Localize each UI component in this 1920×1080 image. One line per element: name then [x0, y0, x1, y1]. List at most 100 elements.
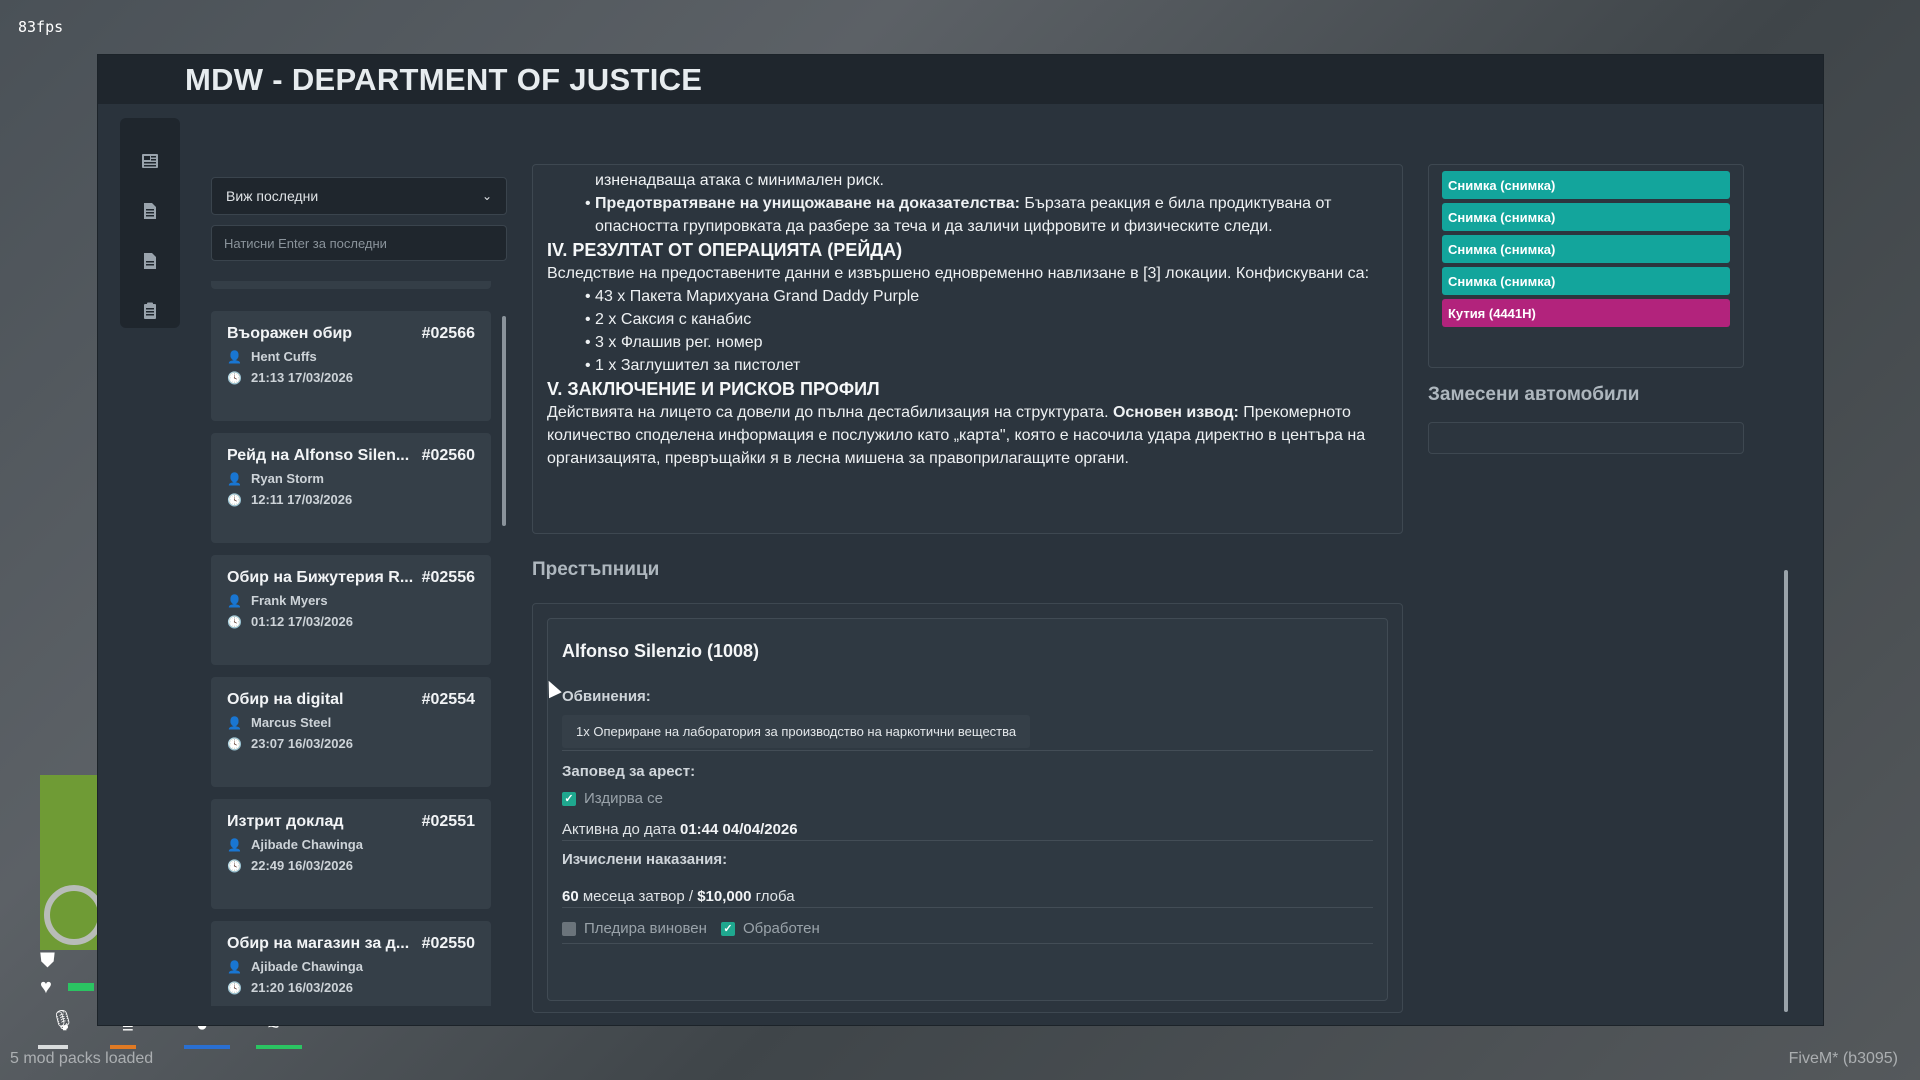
report-card-time-row: 🕓 23:07 16/03/2026	[227, 736, 475, 751]
report-card-author: Marcus Steel	[251, 715, 332, 730]
document-icon[interactable]	[120, 186, 180, 236]
report-text: Прекомерното	[1238, 404, 1351, 421]
report-card-time-row: 🕓 21:20 16/03/2026	[227, 980, 475, 995]
user-icon: 👤	[227, 593, 242, 608]
guilty-plea-checkbox[interactable]	[562, 921, 576, 936]
confiscated-item: • 3 x Флашив рег. номер	[585, 334, 763, 351]
report-card-author-row: 👤 Ajibade Chawinga	[227, 959, 475, 974]
report-body: изненадваща атака с минимален риск. • Пр…	[532, 164, 1403, 534]
filter-select[interactable]: Виж последни ⌄	[211, 177, 507, 215]
criminals-panel: Alfonso Silenzio (1008) Обвинения: 1x Оп…	[532, 603, 1403, 1013]
clock-icon: 🕓	[227, 492, 242, 507]
report-card-title: Обир на Бижутерия R...	[227, 569, 414, 586]
report-card-author-row: 👤 Ajibade Chawinga	[227, 837, 475, 852]
processed-label: Обработен	[742, 920, 820, 937]
active-until: Активна до дата 01:44 04/04/2026	[562, 821, 1373, 838]
penalties-value: 60 месеца затвор / $10,000 глоба	[562, 888, 1373, 905]
months-text: месеца затвор /	[578, 888, 698, 905]
criminals-section-title: Престъпници	[532, 559, 660, 580]
evidence-tag[interactable]: Снимка (снимка)	[1442, 171, 1730, 199]
report-list-scrollbar[interactable]	[502, 316, 506, 526]
thirst-bar	[184, 1045, 230, 1049]
health-icon: ♥	[40, 976, 52, 998]
report-card[interactable]: Обир на магазин за д... #02550 👤 Ajibade Ch…	[211, 921, 491, 1006]
report-card-id: #02550	[421, 935, 475, 952]
file-icon[interactable]	[120, 236, 180, 286]
evidence-tag[interactable]: Снимка (снимка)	[1442, 203, 1730, 231]
report-card-author: Ajibade Chawinga	[251, 959, 363, 974]
evidence-tag[interactable]: Снимка (снимка)	[1442, 235, 1730, 263]
user-icon: 👤	[227, 715, 242, 730]
report-card[interactable]: Обир на Бижутерия R... #02556 👤 Frank Myers…	[211, 555, 491, 665]
confiscated-item: • 1 x Заглушител за пистолет	[585, 357, 801, 374]
vehicles-input[interactable]	[1428, 422, 1744, 454]
report-card[interactable]: Рейд на Alfonso Silen... #02560 👤 Ryan Stor…	[211, 433, 491, 543]
report-card-id: #02566	[421, 325, 475, 342]
user-icon: 👤	[227, 349, 242, 364]
newspaper-icon[interactable]	[120, 136, 180, 186]
guilty-plea-label: Пледира виновен	[584, 920, 707, 937]
report-search-input[interactable]: Натисни Enter за последни	[211, 225, 507, 261]
report-card-author: Ajibade Chawinga	[251, 837, 363, 852]
report-card-id: #02560	[421, 447, 475, 464]
clock-icon: 🕓	[227, 614, 242, 629]
hunger-bar	[110, 1045, 136, 1049]
user-icon: 👤	[227, 837, 242, 852]
report-section-heading: V. ЗАКЛЮЧЕНИЕ И РИСКОВ ПРОФИЛ	[547, 379, 880, 399]
report-card-time: 01:12 17/03/2026	[251, 614, 353, 629]
report-line: опасността групировката да разбере за те…	[595, 218, 1273, 235]
report-search-placeholder: Натисни Enter за последни	[224, 235, 387, 251]
main-scrollbar[interactable]	[1784, 570, 1788, 1012]
report-card-time: 21:13 17/03/2026	[251, 370, 353, 385]
report-card-author: Frank Myers	[251, 593, 328, 608]
report-card[interactable]: Изтрит доклад #02551 👤 Ajibade Chawinga 🕓 22:…	[211, 799, 491, 909]
plea-processed-row: Пледира виновен ✓ Обработен	[562, 920, 1373, 937]
active-until-label: Активна до дата	[562, 821, 680, 838]
report-list-controls: Виж последни ⌄ Натисни Enter за последни	[211, 177, 507, 289]
evidence-tag[interactable]: Снимка (снимка)	[1442, 267, 1730, 295]
report-paragraph: Действията на лицето са довели до пълна …	[547, 401, 1387, 424]
clipboard-icon[interactable]	[120, 286, 180, 336]
user-icon: 👤	[227, 471, 242, 486]
wanted-checkbox[interactable]: ✓	[562, 791, 576, 806]
report-bullet: • Предотвратяване на унищожаване на дока…	[585, 195, 1332, 212]
report-list: Въоражен обир #02566 👤 Hent Cuffs 🕓 21:13 17/…	[211, 311, 491, 1006]
report-card-time: 21:20 16/03/2026	[251, 980, 353, 995]
chevron-down-icon: ⌄	[481, 189, 492, 203]
penalties-label: Изчислени наказания:	[562, 851, 728, 868]
title-bar: MDW - DEPARTMENT OF JUSTICE	[98, 55, 1823, 104]
report-card-title: Въоражен обир	[227, 325, 353, 342]
criminal-card: Alfonso Silenzio (1008) Обвинения: 1x Оп…	[547, 618, 1388, 1001]
report-card-author-row: 👤 Hent Cuffs	[227, 349, 475, 364]
confiscated-item: • 2 x Саксия с канабис	[585, 311, 752, 328]
client-version: FiveM* (b3095)	[1788, 1050, 1898, 1067]
evidence-tag[interactable]: Кутия (4441H)	[1442, 299, 1730, 327]
list-item-partial	[211, 281, 491, 289]
report-bullet-text: Бързата реакция е била продиктувана от	[1019, 195, 1332, 212]
report-card-id: #02556	[421, 569, 475, 586]
wanted-checkbox-row[interactable]: ✓ Издирва се	[562, 790, 1373, 807]
clock-icon: 🕓	[227, 858, 242, 873]
report-text-bold: Основен извод:	[1112, 404, 1239, 421]
microphone-icon: 🎙	[50, 1010, 76, 1032]
report-card[interactable]: Въоражен обир #02566 👤 Hent Cuffs 🕓 21:13 17/…	[211, 311, 491, 421]
armor-icon: ⛊	[40, 950, 55, 972]
report-card-title: Рейд на Alfonso Silen...	[227, 447, 410, 464]
divider	[562, 943, 1373, 944]
fps-counter: 83fps	[18, 18, 64, 36]
divider	[562, 840, 1373, 841]
report-card-title: Обир на магазин за д...	[227, 935, 410, 952]
clock-icon: 🕓	[227, 370, 242, 385]
criminal-name: Alfonso Silenzio (1008)	[562, 641, 760, 661]
processed-checkbox[interactable]: ✓	[720, 921, 735, 936]
evidence-panel: Снимка (снимка) Снимка (снимка) Снимка (сн…	[1428, 164, 1744, 368]
sidebar-nav	[120, 118, 180, 328]
charges-label: Обвинения:	[562, 688, 651, 705]
wanted-label: Издирва се	[584, 790, 663, 807]
filter-select-value: Виж последни	[226, 188, 319, 204]
health-bar	[68, 983, 94, 991]
report-card[interactable]: Обир на digital #02554 👤 Marcus Steel 🕓 23:07…	[211, 677, 491, 787]
report-card-time: 12:11 17/03/2026	[251, 492, 353, 507]
fine-text: глоба	[751, 888, 795, 905]
mod-packs-status: 5 mod packs loaded	[10, 1050, 154, 1067]
